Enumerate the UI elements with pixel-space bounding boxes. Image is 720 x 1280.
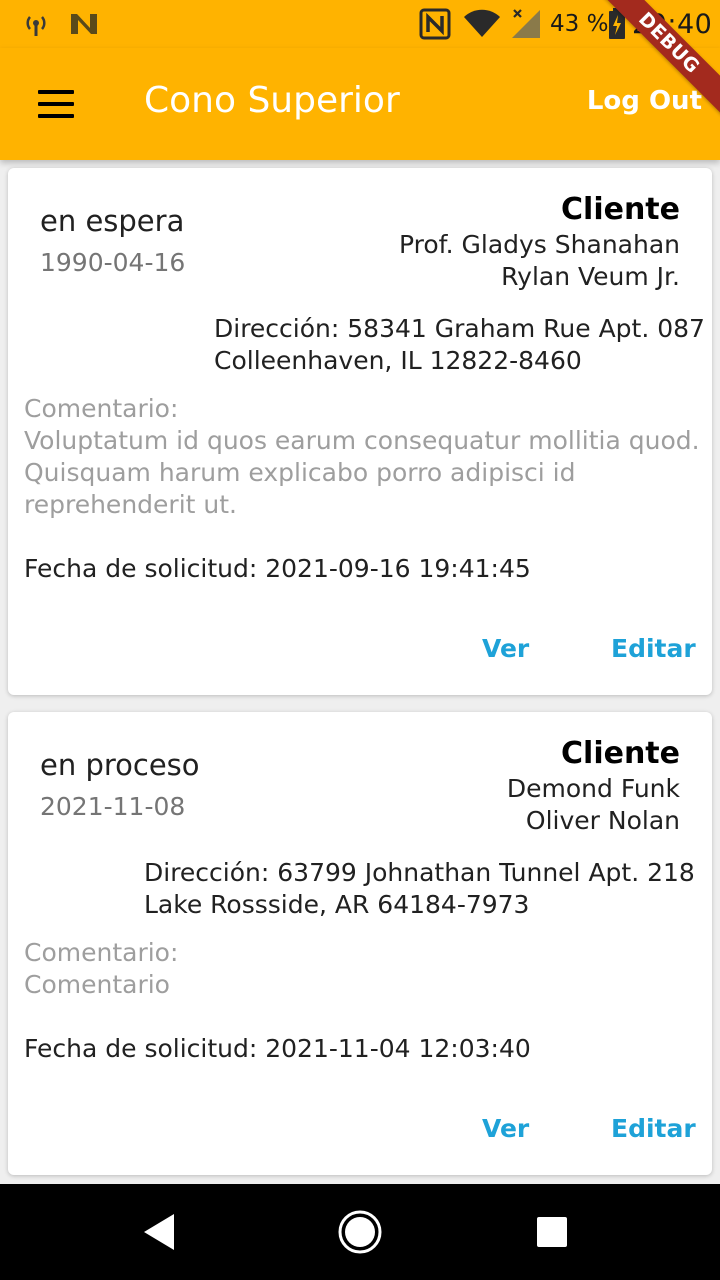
address-line: Dirección: 63799 Johnathan Tunnel Apt. 2… — [144, 858, 695, 887]
request-timestamp: Fecha de solicitud: 2021-09-16 19:41:45 — [24, 554, 531, 583]
nfc-icon — [418, 0, 452, 48]
system-nav-bar — [0, 1184, 720, 1280]
request-status: en espera — [40, 204, 185, 238]
wifi-icon — [463, 0, 501, 48]
menu-button[interactable] — [24, 78, 88, 130]
client-name: Demond Funk — [506, 774, 680, 803]
client-heading: Cliente — [561, 736, 680, 771]
client-heading: Cliente — [561, 192, 680, 227]
comment-text: Voluptatum id quos earum consequatur mol… — [24, 426, 700, 455]
edit-button[interactable]: Editar — [611, 634, 696, 663]
app-screen: 43 % 20:40 Cono Superior Log Out DEBUG e… — [0, 0, 720, 1280]
request-date-short: 1990-04-16 — [40, 248, 186, 277]
cast-signal-icon — [22, 0, 50, 48]
page-title: Cono Superior — [144, 80, 400, 121]
battery-percent: 43 % — [550, 11, 609, 37]
request-card: en proceso 2021-11-08 Cliente Demond Fun… — [8, 712, 712, 1175]
request-timestamp: Fecha de solicitud: 2021-11-04 12:03:40 — [24, 1034, 531, 1063]
request-card: en espera 1990-04-16 Cliente Prof. Glady… — [8, 168, 712, 695]
recents-icon[interactable] — [522, 1184, 582, 1280]
view-button[interactable]: Ver — [482, 634, 529, 663]
request-date-short: 2021-11-08 — [40, 792, 186, 821]
back-icon[interactable] — [130, 1184, 190, 1280]
logout-button[interactable]: Log Out — [587, 86, 702, 116]
comment-text: reprehenderit ut. — [24, 490, 237, 519]
hamburger-menu-icon — [38, 90, 74, 94]
n-notification-icon — [68, 0, 100, 48]
cell-signal-icon — [510, 0, 542, 48]
address-line: Colleenhaven, IL 12822-8460 — [214, 346, 582, 375]
comment-label: Comentario: — [24, 938, 179, 967]
comment-text: Comentario — [24, 970, 170, 999]
client-name: Prof. Gladys Shanahan — [398, 230, 680, 259]
app-bar: Cono Superior Log Out — [0, 48, 720, 160]
view-button[interactable]: Ver — [482, 1114, 529, 1143]
client-name: Rylan Veum Jr. — [501, 262, 680, 291]
status-bar: 43 % 20:40 — [0, 0, 720, 48]
client-name: Oliver Nolan — [525, 806, 680, 835]
request-status: en proceso — [40, 748, 200, 782]
comment-label: Comentario: — [24, 394, 179, 423]
edit-button[interactable]: Editar — [611, 1114, 696, 1143]
request-list: en espera 1990-04-16 Cliente Prof. Glady… — [0, 160, 720, 1184]
home-icon[interactable] — [330, 1184, 390, 1280]
address-line: Dirección: 58341 Graham Rue Apt. 087 — [214, 314, 705, 343]
address-line: Lake Rossside, AR 64184-7973 — [144, 890, 530, 919]
comment-text: Quisquam harum explicabo porro adipisci … — [24, 458, 576, 487]
